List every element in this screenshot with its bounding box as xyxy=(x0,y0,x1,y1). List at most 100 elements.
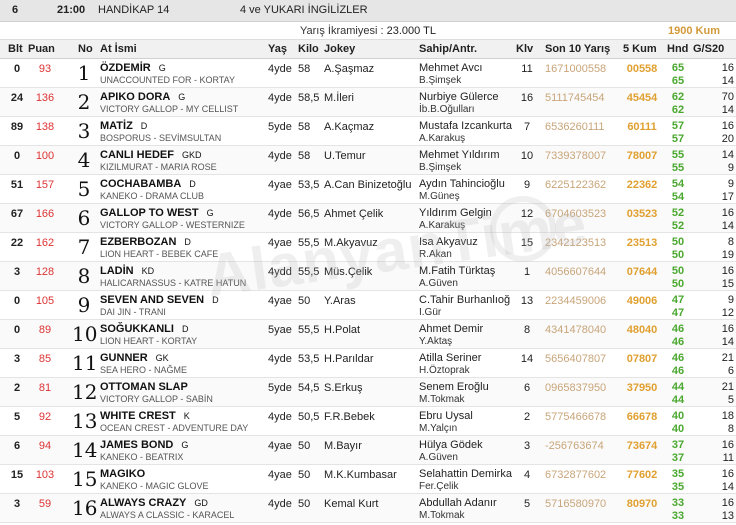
row-owner[interactable]: Nurbiye Gülerce xyxy=(419,91,498,103)
row-trainer[interactable]: M.Güneş xyxy=(419,191,460,202)
row-owner[interactable]: Atilla Seriner xyxy=(419,352,481,364)
col-5kum[interactable]: 5 Kum xyxy=(623,43,657,55)
row-owner[interactable]: M.Fatih Türktaş xyxy=(419,265,495,277)
row-trainer[interactable]: B.Şimşek xyxy=(419,75,461,86)
horse-name[interactable]: OTTOMAN SLAP xyxy=(100,381,196,393)
table-row[interactable]: 51 157 5 4yae 53,5 A.Can Binizetoğlu 9 22362 COC… xyxy=(0,175,736,204)
table-row[interactable]: 6 94 14 4yae 50 M.Bayır 3 73674 JAMES BOND G KANEK… xyxy=(0,436,736,465)
col-yas[interactable]: Yaş xyxy=(268,43,287,55)
row-trainer[interactable]: M.Tokmak xyxy=(419,510,465,521)
horse-name[interactable]: JAMES BOND G xyxy=(100,439,188,451)
horse-name-text[interactable]: SEVEN AND SEVEN xyxy=(100,294,204,306)
horse-name-text[interactable]: OTTOMAN SLAP xyxy=(100,381,188,393)
horse-name-text[interactable]: CANLI HEDEF xyxy=(100,149,174,161)
table-row[interactable]: 15 103 15 4yae 50 M.K.Kumbasar 4 77602 MAGIKO KAN… xyxy=(0,465,736,494)
row-trainer[interactable]: Fer.Çelik xyxy=(419,481,458,492)
horse-name-text[interactable]: GALLOP TO WEST xyxy=(100,207,199,219)
horse-name[interactable]: MAGIKO xyxy=(100,468,153,480)
table-row[interactable]: 24 136 2 4yde 58,5 M.İleri 16 45454 APIKO DORA G V… xyxy=(0,88,736,117)
row-trainer[interactable]: A.Güven xyxy=(419,278,458,289)
horse-name-text[interactable]: WHITE CREST xyxy=(100,410,176,422)
table-row[interactable]: 2 81 12 5yde 54,5 S.Erkuş 6 37950 OTTOMAN SLAP VI… xyxy=(0,378,736,407)
row-trainer[interactable]: M.Yalçın xyxy=(419,423,457,434)
table-row[interactable]: 0 93 1 4yde 58 A.Şaşmaz 11 00558 ÖZDEMİR G UNACCOU… xyxy=(0,59,736,88)
row-trainer[interactable]: A.Karakuş xyxy=(419,133,465,144)
col-blt[interactable]: Blt xyxy=(8,43,23,55)
horse-name-text[interactable]: COCHABAMBA xyxy=(100,178,181,190)
horse-name-text[interactable]: SOĞUKKANLI xyxy=(100,323,174,335)
table-row[interactable]: 3 85 11 4yde 53,5 H.Parıldar 14 07807 GUNNER GK SE… xyxy=(0,349,736,378)
row-owner[interactable]: Ahmet Demir xyxy=(419,323,483,335)
row-klv: 3 xyxy=(523,440,531,452)
horse-name-text[interactable]: MAGIKO xyxy=(100,468,145,480)
table-row[interactable]: 3 128 8 4ydd 55,5 Müs.Çelik 1 07644 LADİN KD HALIC… xyxy=(0,262,736,291)
table-row[interactable]: 0 100 4 4yde 58 U.Temur 10 78007 CANLI HEDEF GKD K… xyxy=(0,146,736,175)
row-trainer[interactable]: H.Öztoprak xyxy=(419,365,470,376)
col-gs20[interactable]: G/S20 xyxy=(693,43,724,55)
row-owner[interactable]: Selahattin Demirka xyxy=(419,468,512,480)
row-5kum: 07644 xyxy=(626,266,658,278)
col-no[interactable]: No xyxy=(78,43,93,55)
horse-name[interactable]: LADİN KD xyxy=(100,265,154,277)
row-gs20-a: 21 xyxy=(721,381,734,393)
table-row[interactable]: 0 89 10 5yae 55,5 H.Polat 8 48040 SOĞUKKANLI D LIO… xyxy=(0,320,736,349)
row-trainer[interactable]: B.Şimşek xyxy=(419,162,461,173)
horse-name-text[interactable]: LADİN xyxy=(100,265,134,277)
row-trainer[interactable]: A.Karakuş xyxy=(419,220,465,231)
horse-name-text[interactable]: APIKO DORA xyxy=(100,91,170,103)
horse-name[interactable]: ÖZDEMİR G xyxy=(100,62,166,74)
horse-name[interactable]: SEVEN AND SEVEN D xyxy=(100,294,219,306)
col-klv[interactable]: Klv xyxy=(516,43,533,55)
row-gs20-b: 14 xyxy=(721,336,734,348)
horse-name-text[interactable]: GUNNER xyxy=(100,352,148,364)
table-row[interactable]: 22 162 7 4yae 55,5 M.Akyavuz 15 23513 EZBERBOZAN… xyxy=(0,233,736,262)
row-trainer[interactable]: Y.Aktaş xyxy=(419,336,452,347)
horse-name-text[interactable]: ALWAYS CRAZY xyxy=(100,497,186,509)
row-owner[interactable]: Hülya Gödek xyxy=(419,439,483,451)
table-row[interactable]: 5 92 13 4yde 50,5 F.R.Bebek 2 66678 WHITE CREST K… xyxy=(0,407,736,436)
row-owner[interactable]: Mustafa Izcankurta xyxy=(419,120,512,132)
row-owner[interactable]: Mehmet Yıldırım xyxy=(419,149,500,161)
horse-name-text[interactable]: EZBERBOZAN xyxy=(100,236,176,248)
row-trainer[interactable]: İb.B.Oğulları xyxy=(419,104,475,115)
row-owner[interactable]: Aydın Tahincioğlu xyxy=(419,178,505,190)
horse-name[interactable]: EZBERBOZAN D xyxy=(100,236,191,248)
horse-name[interactable]: CANLI HEDEF GKD xyxy=(100,149,201,161)
col-puan[interactable]: Puan xyxy=(28,43,55,55)
col-name[interactable]: At İsmi xyxy=(100,43,137,55)
table-row[interactable]: 0 105 9 4yae 50 Y.Aras 13 49006 SEVEN AND SEVEN D… xyxy=(0,291,736,320)
horse-name[interactable]: GALLOP TO WEST G xyxy=(100,207,214,219)
table-row[interactable]: 3 59 16 4yde 50 Kemal Kurt 5 80970 ALWAYS CRAZY G… xyxy=(0,494,736,523)
row-trainer[interactable]: M.Tokmak xyxy=(419,394,465,405)
horse-name[interactable]: ALWAYS CRAZY GD xyxy=(100,497,208,509)
row-owner[interactable]: Mehmet Avcı xyxy=(419,62,482,74)
col-son10[interactable]: Son 10 Yarış xyxy=(545,43,610,55)
horse-pedigree: KANEKO - MAGIC GLOVE xyxy=(100,481,209,491)
col-kilo[interactable]: Kilo xyxy=(298,43,319,55)
row-owner[interactable]: Isa Akyavuz xyxy=(419,236,478,248)
row-trainer[interactable]: R.Akan xyxy=(419,249,452,260)
row-owner[interactable]: Abdullah Adanır xyxy=(419,497,497,509)
horse-name[interactable]: SOĞUKKANLI D xyxy=(100,323,188,335)
row-puan: 85 xyxy=(38,353,52,365)
row-owner[interactable]: Senem Eroğlu xyxy=(419,381,489,393)
horse-name[interactable]: APIKO DORA G xyxy=(100,91,185,103)
row-owner[interactable]: C.Tahir Burhanlıoğ xyxy=(419,294,510,306)
horse-name-text[interactable]: ÖZDEMİR xyxy=(100,62,151,74)
horse-name[interactable]: MATİZ D xyxy=(100,120,147,132)
row-owner[interactable]: Ebru Uysal xyxy=(419,410,473,422)
row-5kum: 03523 xyxy=(626,208,658,220)
table-row[interactable]: 89 138 3 5yde 58 A.Kaçmaz 7 60111 MATİZ D BOSPORUS… xyxy=(0,117,736,146)
horse-name-text[interactable]: MATİZ xyxy=(100,120,133,132)
row-trainer[interactable]: A.Güven xyxy=(419,452,458,463)
col-owner[interactable]: Sahip/Antr. xyxy=(419,43,477,55)
row-trainer[interactable]: I.Gür xyxy=(419,307,441,318)
horse-name[interactable]: GUNNER GK xyxy=(100,352,169,364)
row-owner[interactable]: Yıldırım Gelgin xyxy=(419,207,492,219)
table-row[interactable]: 67 166 6 4yde 56,5 Ahmet Çelik 12 03523 GALLOP T… xyxy=(0,204,736,233)
horse-name-text[interactable]: JAMES BOND xyxy=(100,439,173,451)
col-hnd[interactable]: Hnd xyxy=(667,43,688,55)
horse-name[interactable]: WHITE CREST K xyxy=(100,410,190,422)
horse-name[interactable]: COCHABAMBA D xyxy=(100,178,196,190)
col-jokey[interactable]: Jokey xyxy=(324,43,355,55)
